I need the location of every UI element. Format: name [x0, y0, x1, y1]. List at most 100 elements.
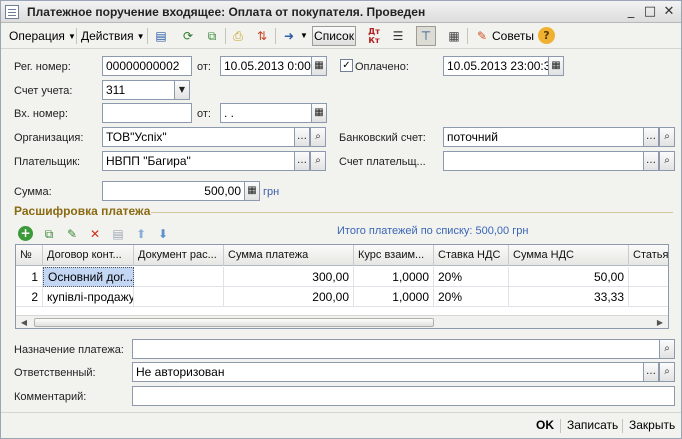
- table-row[interactable]: 1 Основний дог... 300,00 1,0000 20% 50,0…: [16, 267, 668, 287]
- add-row-icon[interactable]: +: [18, 226, 33, 241]
- scrollbar-thumb[interactable]: [34, 318, 434, 327]
- print-icon[interactable]: ⎙: [229, 27, 247, 45]
- vat-amount-cell[interactable]: 50,00: [509, 267, 629, 287]
- sum-field[interactable]: 500,00: [102, 181, 245, 201]
- comment-field[interactable]: [132, 386, 675, 406]
- settlement-document-cell[interactable]: [134, 287, 224, 307]
- move-up-icon[interactable]: ⬆: [133, 226, 149, 242]
- payer-field[interactable]: НВПП "Багира": [102, 151, 295, 171]
- paid-date-field[interactable]: 10.05.2013 23:00:31: [443, 56, 549, 76]
- vat-amount-cell[interactable]: 33,33: [509, 287, 629, 307]
- tips-icon[interactable]: ✎: [473, 27, 491, 45]
- search-icon[interactable]: ⌕: [659, 127, 675, 147]
- payment-amount-cell[interactable]: 200,00: [224, 287, 354, 307]
- toolbar-separator: [76, 28, 77, 44]
- calendar-icon[interactable]: ▦: [548, 56, 564, 76]
- tree-view-icon[interactable]: ⊤: [416, 26, 436, 46]
- delete-row-icon[interactable]: ✕: [87, 226, 103, 242]
- exchange-rate-cell[interactable]: 1,0000: [354, 287, 434, 307]
- operation-menu[interactable]: Операция ▼: [9, 26, 76, 46]
- scroll-right-icon[interactable]: ▶: [653, 316, 667, 328]
- account-select[interactable]: 311: [102, 80, 176, 100]
- reg-date-field[interactable]: 10.05.2013 0:00:: [220, 56, 312, 76]
- copy-row-icon[interactable]: ⧉: [41, 226, 57, 242]
- column-header[interactable]: №: [16, 245, 43, 266]
- vat-rate-cell[interactable]: 20%: [434, 267, 509, 287]
- dropdown-arrow-icon[interactable]: ▼: [174, 80, 190, 100]
- payer-label: Плательщик:: [14, 156, 81, 168]
- search-icon[interactable]: ⌕: [310, 127, 326, 147]
- search-icon[interactable]: ⌕: [659, 339, 675, 359]
- search-icon[interactable]: ⌕: [659, 151, 675, 171]
- horizontal-scrollbar[interactable]: ◀ ▶: [16, 315, 668, 328]
- account-label: Счет учета:: [14, 85, 73, 97]
- debit-credit-icon[interactable]: Дт Кт: [365, 27, 383, 45]
- ellipsis-button[interactable]: …: [294, 151, 310, 171]
- calculator-icon[interactable]: ▦: [244, 181, 260, 201]
- ellipsis-button[interactable]: …: [643, 151, 659, 171]
- reg-number-label: Рег. номер:: [14, 61, 71, 73]
- payment-amount-cell[interactable]: 300,00: [224, 267, 354, 287]
- structure-icon[interactable]: ⇅: [253, 27, 271, 45]
- settlement-document-cell[interactable]: [134, 267, 224, 287]
- report-icon[interactable]: ☰: [389, 27, 407, 45]
- actions-menu[interactable]: Действия ▼: [81, 26, 145, 46]
- in-number-label: Вх. номер:: [14, 108, 68, 120]
- save-button[interactable]: Записать: [567, 418, 618, 432]
- contract-cell[interactable]: купівлі-продажу: [43, 287, 134, 307]
- move-down-icon[interactable]: ⬇: [155, 226, 171, 242]
- ok-button[interactable]: OK: [536, 418, 554, 432]
- section-divider: [151, 212, 673, 213]
- minimize-button[interactable]: _: [623, 4, 639, 20]
- go-to-icon[interactable]: ➜: [280, 27, 298, 45]
- payer-account-field[interactable]: [443, 151, 644, 171]
- responsible-field[interactable]: Не авторизован: [132, 362, 644, 382]
- column-header[interactable]: Сумма платежа: [224, 245, 354, 266]
- refresh-icon[interactable]: ⟳: [179, 27, 197, 45]
- reg-number-field[interactable]: 00000000002: [102, 56, 192, 76]
- help-icon[interactable]: ?: [538, 27, 555, 44]
- tips-button[interactable]: Советы: [492, 26, 534, 46]
- bank-account-field[interactable]: поточний: [443, 127, 644, 147]
- ellipsis-button[interactable]: …: [643, 362, 659, 382]
- column-header[interactable]: Курс взаим...: [354, 245, 434, 266]
- close-window-button[interactable]: ✕: [661, 4, 677, 20]
- scroll-left-icon[interactable]: ◀: [17, 316, 31, 328]
- search-icon[interactable]: ⌕: [310, 151, 326, 171]
- ellipsis-button[interactable]: …: [643, 127, 659, 147]
- toolbar-separator: [275, 28, 276, 44]
- list-button[interactable]: Список: [312, 26, 356, 46]
- in-date-field[interactable]: . .: [220, 103, 312, 123]
- calendar-icon[interactable]: ▦: [311, 56, 327, 76]
- column-header[interactable]: Договор конт...: [43, 245, 134, 266]
- maximize-button[interactable]: □: [642, 4, 658, 20]
- column-header[interactable]: Ставка НДС: [434, 245, 509, 266]
- copy-document-icon[interactable]: ⧉: [203, 27, 221, 45]
- window-title: Платежное поручение входящее: Оплата от …: [27, 5, 426, 19]
- paid-checkbox[interactable]: ✓: [340, 59, 353, 72]
- purpose-field[interactable]: [132, 339, 660, 359]
- post-document-icon[interactable]: ▤: [152, 27, 170, 45]
- table-row[interactable]: 2 купівлі-продажу 200,00 1,0000 20% 33,3…: [16, 287, 668, 307]
- column-header[interactable]: Сумма НДС: [509, 245, 629, 266]
- column-header[interactable]: Документ рас...: [134, 245, 224, 266]
- item-cell[interactable]: [629, 287, 668, 307]
- dropdown-arrow-icon: ▼: [136, 32, 145, 41]
- search-icon[interactable]: ⌕: [659, 362, 675, 382]
- contract-cell[interactable]: Основний дог...: [43, 267, 134, 287]
- end-edit-icon[interactable]: ▤: [110, 226, 126, 242]
- ellipsis-button[interactable]: …: [294, 127, 310, 147]
- calendar-icon[interactable]: ▦: [311, 103, 327, 123]
- vat-rate-cell[interactable]: 20%: [434, 287, 509, 307]
- organization-field[interactable]: ТОВ"Успіх": [102, 127, 295, 147]
- edit-row-icon[interactable]: ✎: [64, 226, 80, 242]
- go-to-dropdown-icon[interactable]: ▼: [300, 26, 308, 46]
- footer-separator: [622, 419, 623, 433]
- panel-icon[interactable]: ▦: [445, 27, 463, 45]
- item-cell[interactable]: [629, 267, 668, 287]
- in-date-label: от:: [197, 108, 211, 120]
- column-header[interactable]: Статья: [629, 245, 668, 266]
- close-button[interactable]: Закрыть: [629, 418, 675, 432]
- in-number-field[interactable]: [102, 103, 192, 123]
- exchange-rate-cell[interactable]: 1,0000: [354, 267, 434, 287]
